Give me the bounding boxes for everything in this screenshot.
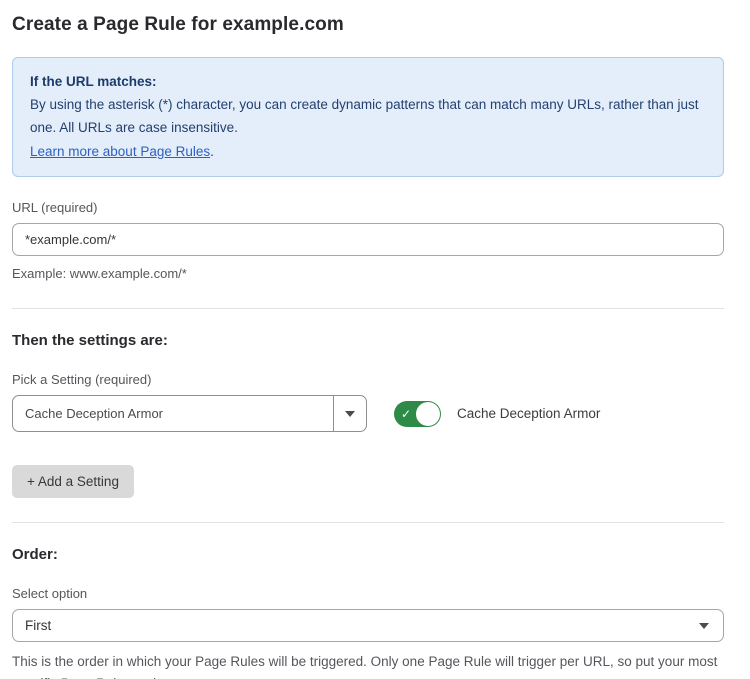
learn-more-link[interactable]: Learn more about Page Rules bbox=[30, 144, 210, 159]
toggle-knob bbox=[416, 402, 440, 426]
add-setting-button[interactable]: + Add a Setting bbox=[12, 465, 134, 498]
order-select-label: Select option bbox=[12, 586, 724, 601]
cache-deception-armor-toggle[interactable]: ✓ bbox=[394, 401, 441, 427]
divider bbox=[12, 308, 724, 309]
order-section-heading: Order: bbox=[12, 546, 724, 563]
info-box-heading: If the URL matches: bbox=[30, 70, 706, 93]
url-match-info-box: If the URL matches: By using the asteris… bbox=[12, 57, 724, 177]
page-rule-form: Create a Page Rule for example.com If th… bbox=[0, 0, 750, 679]
checkmark-icon: ✓ bbox=[401, 406, 411, 422]
divider bbox=[12, 522, 724, 523]
info-box-link-line: Learn more about Page Rules. bbox=[30, 140, 706, 163]
chevron-down-icon bbox=[699, 623, 709, 629]
chevron-down-icon bbox=[345, 411, 355, 417]
page-title: Create a Page Rule for example.com bbox=[12, 14, 724, 36]
url-input[interactable] bbox=[12, 223, 724, 256]
settings-section-heading: Then the settings are: bbox=[12, 332, 724, 349]
url-field-label: URL (required) bbox=[12, 200, 724, 215]
order-helper-text: This is the order in which your Page Rul… bbox=[12, 651, 724, 679]
url-field-helper: Example: www.example.com/* bbox=[12, 264, 724, 284]
order-select[interactable]: First bbox=[12, 609, 724, 642]
setting-select-arrow-box[interactable] bbox=[333, 396, 366, 431]
toggle-label: Cache Deception Armor bbox=[457, 406, 600, 421]
setting-row: Cache Deception Armor ✓ Cache Deception … bbox=[12, 395, 724, 432]
link-period: . bbox=[210, 144, 214, 159]
setting-picker-label: Pick a Setting (required) bbox=[12, 372, 724, 387]
setting-select[interactable]: Cache Deception Armor bbox=[12, 395, 367, 432]
info-box-body: By using the asterisk (*) character, you… bbox=[30, 93, 706, 139]
order-select-value: First bbox=[25, 618, 699, 633]
setting-select-value: Cache Deception Armor bbox=[13, 406, 333, 421]
